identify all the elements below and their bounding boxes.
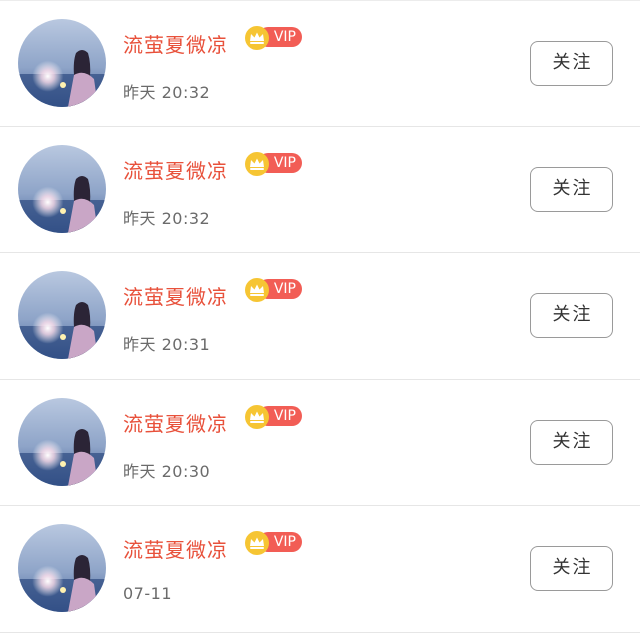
list-item: 流萤夏微凉 VIP 07-11 关注: [0, 506, 640, 633]
timestamp: 昨天 20:31: [123, 335, 211, 354]
timestamp: 昨天 20:32: [123, 208, 211, 228]
follow-button[interactable]: 关注: [530, 41, 613, 86]
crown-icon: [245, 26, 269, 50]
vip-badge: VIP: [244, 278, 302, 302]
crown-icon: [245, 278, 269, 302]
avatar[interactable]: [18, 524, 106, 612]
username[interactable]: 流萤夏微凉: [123, 155, 228, 184]
vip-badge: VIP: [244, 404, 302, 429]
list-item: 流萤夏微凉 VIP 昨天 20:32 关注: [0, 0, 640, 127]
timestamp: 昨天 20:30: [123, 461, 211, 481]
vip-badge: VIP: [244, 26, 302, 50]
timestamp: 07-11: [123, 584, 172, 603]
follower-list: 流萤夏微凉 VIP 昨天 20:32 关注 流萤夏微凉 VIP 昨天 20:32…: [0, 0, 640, 633]
username[interactable]: 流萤夏微凉: [123, 281, 228, 310]
list-item: 流萤夏微凉 VIP 昨天 20:30 关注: [0, 380, 640, 506]
vip-badge: VIP: [244, 151, 302, 176]
username[interactable]: 流萤夏微凉: [123, 534, 228, 563]
vip-badge: VIP: [244, 531, 302, 555]
follow-button[interactable]: 关注: [530, 293, 613, 338]
avatar[interactable]: [18, 271, 106, 359]
crown-icon: [245, 151, 269, 176]
list-item: 流萤夏微凉 VIP 昨天 20:31 关注: [0, 253, 640, 380]
crown-icon: [245, 404, 269, 429]
username[interactable]: 流萤夏微凉: [123, 408, 228, 437]
username[interactable]: 流萤夏微凉: [123, 29, 228, 58]
avatar[interactable]: [18, 144, 106, 233]
crown-icon: [245, 531, 269, 555]
follow-button[interactable]: 关注: [530, 166, 613, 212]
timestamp: 昨天 20:32: [123, 83, 211, 102]
follow-button[interactable]: 关注: [530, 419, 613, 465]
list-item: 流萤夏微凉 VIP 昨天 20:32 关注: [0, 127, 640, 253]
avatar[interactable]: [18, 397, 106, 486]
avatar[interactable]: [18, 19, 106, 107]
follow-button[interactable]: 关注: [530, 546, 613, 591]
